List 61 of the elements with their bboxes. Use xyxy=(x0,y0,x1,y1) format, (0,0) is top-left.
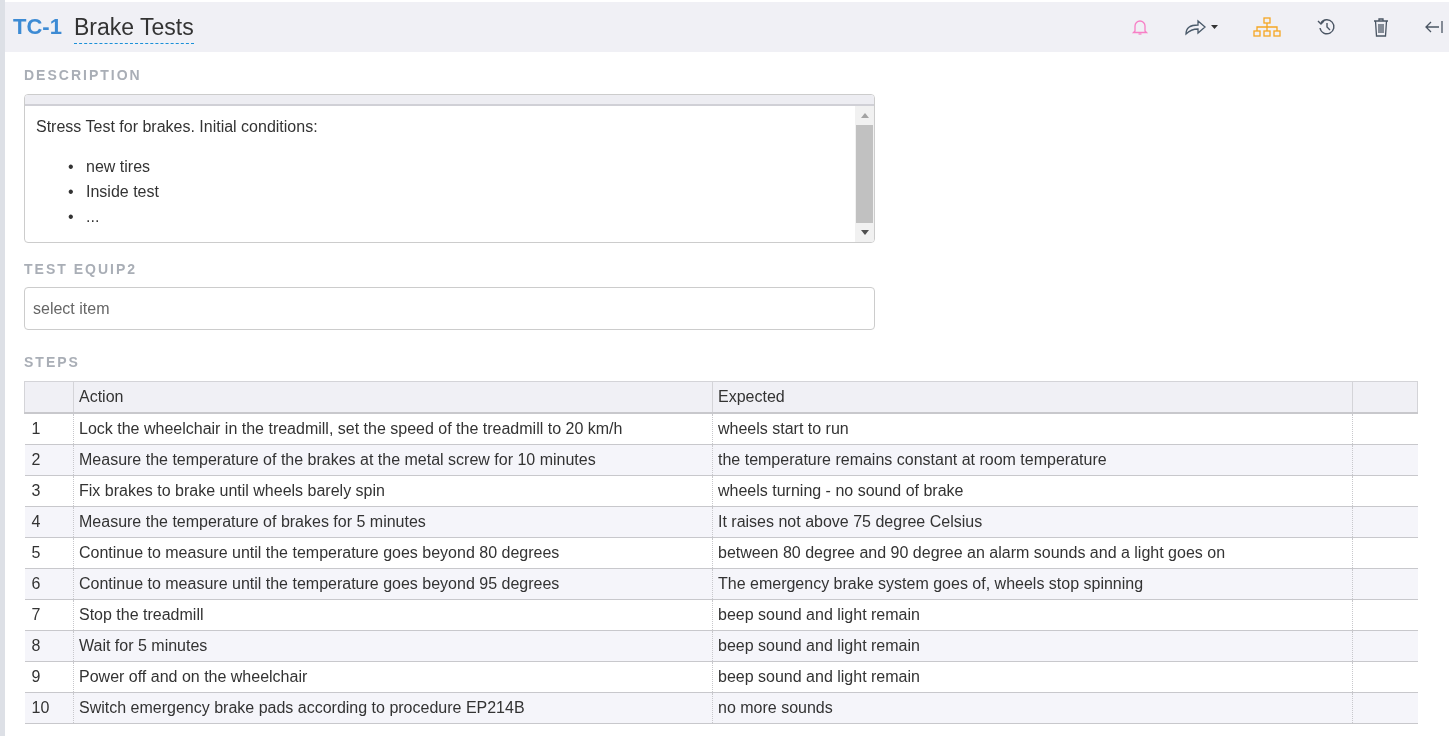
action-cell: Switch emergency brake pads according to procedure EP214B xyxy=(73,692,713,724)
expected-cell: the temperature remains constant at room temperature xyxy=(712,444,1353,476)
step-number: 5 xyxy=(24,537,74,569)
section-label: STEPS xyxy=(24,354,80,370)
description-editor[interactable]: Stress Test for brakes. Initial conditions: • new tires • Inside test • ... xyxy=(24,94,875,243)
column-header: Expected xyxy=(712,381,1353,413)
action-cell: Continue to measure until the temperature goes beyond 80 degrees xyxy=(73,537,713,569)
expected-cell: beep sound and light remain xyxy=(712,661,1353,693)
expected-cell: between 80 degree and 90 degree an alarm sounds and a light goes on xyxy=(712,537,1353,569)
expected-cell: no more sounds xyxy=(712,692,1353,724)
history-icon xyxy=(1317,17,1337,37)
share-arrow-icon xyxy=(1185,17,1219,37)
action-cell: Measure the temperature of brakes for 5 minutes xyxy=(73,506,713,538)
list-item: new tires xyxy=(86,157,151,177)
column-header xyxy=(24,381,74,413)
expected-cell: The emergency brake system goes of, wheels stop spinning xyxy=(712,568,1353,600)
step-number: 7 xyxy=(24,599,74,631)
action-cell: Fix brakes to brake until wheels barely spin xyxy=(73,475,713,507)
collapse-arrow-icon xyxy=(1425,19,1443,35)
action-cell: Lock the wheelchair in the treadmill, set the speed of the treadmill to 20 km/h xyxy=(73,413,713,445)
column-header: Action xyxy=(73,381,713,413)
step-number: 3 xyxy=(24,475,74,507)
share-button[interactable] xyxy=(1185,17,1219,37)
expected-cell: wheels turning - no sound of brake xyxy=(712,475,1353,507)
action-cell: Wait for 5 minutes xyxy=(73,630,713,662)
list-item: Inside test xyxy=(86,182,159,202)
scroll-down-icon[interactable] xyxy=(860,230,869,235)
history-button[interactable] xyxy=(1317,17,1337,37)
expected-cell: beep sound and light remain xyxy=(712,599,1353,631)
delete-button[interactable] xyxy=(1373,17,1389,37)
step-number: 4 xyxy=(24,506,74,538)
step-number: 2 xyxy=(24,444,74,476)
field-label: TEST EQUIP2 xyxy=(24,261,138,277)
list-bullet: • xyxy=(68,207,75,227)
collapse-button[interactable] xyxy=(1425,19,1443,35)
expected-cell: beep sound and light remain xyxy=(712,630,1353,662)
action-cell: Stop the treadmill xyxy=(73,599,713,631)
case-id: TC-1 xyxy=(13,14,62,40)
step-number: 10 xyxy=(24,692,74,724)
column-header xyxy=(1352,381,1418,413)
list-bullet: • xyxy=(68,157,75,177)
list-bullet: • xyxy=(68,182,75,202)
action-cell: Power off and on the wheelchair xyxy=(73,661,713,693)
select-field[interactable]: select item xyxy=(24,287,875,330)
bell-icon xyxy=(1131,18,1149,36)
step-number: 9 xyxy=(24,661,74,693)
step-number: 1 xyxy=(24,413,74,445)
section-label: DESCRIPTION xyxy=(24,67,142,83)
case-title[interactable]: Brake Tests xyxy=(73,14,194,44)
scrollbar-thumb[interactable] xyxy=(856,125,873,223)
step-number: 6 xyxy=(24,568,74,600)
list-item: ... xyxy=(86,207,100,227)
step-number: 8 xyxy=(24,630,74,662)
expected-cell: It raises not above 75 degree Celsius xyxy=(712,506,1353,538)
action-cell: Measure the temperature of the brakes at the metal screw for 10 minutes xyxy=(73,444,713,476)
hierarchy-icon xyxy=(1253,17,1281,37)
description-text: Stress Test for brakes. Initial conditions: xyxy=(36,118,319,136)
trash-icon xyxy=(1373,17,1389,37)
scrollbar[interactable] xyxy=(855,106,874,242)
action-cell: Continue to measure until the temperature goes beyond 95 degrees xyxy=(73,568,713,600)
expected-cell: wheels start to run xyxy=(712,413,1353,445)
